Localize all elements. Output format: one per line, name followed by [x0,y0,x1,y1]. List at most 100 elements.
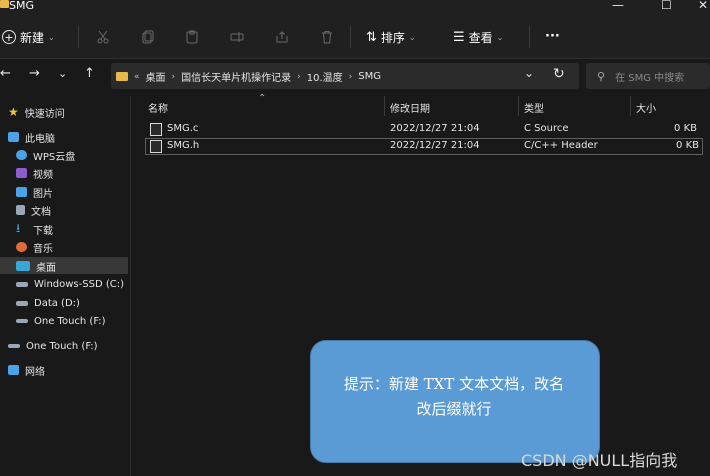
sidebar-item-videos[interactable]: 视频 [16,164,53,182]
cut-icon[interactable] [93,27,113,47]
tip-line: 提示：新建 TXT 文本文档，改名 [343,375,565,393]
column-header-size[interactable]: 大小 [636,100,656,115]
sidebar-item-label: 下载 [33,225,53,237]
sort-button[interactable]: ⇅ 排序 ⌄ [366,29,416,46]
column-divider[interactable] [384,96,385,116]
sidebar-item-label: Data (D:) [34,297,80,309]
drive-icon [16,281,28,287]
column-header-modified[interactable]: 修改日期 [390,100,430,115]
breadcrumb-item[interactable]: 桌面 [146,69,166,84]
sidebar-item-network[interactable]: 网络 [8,361,45,379]
file-modified: 2022/12/27 21:04 [390,140,480,151]
sidebar-item-label: One Touch (F:) [26,340,98,352]
sidebar-item-music[interactable]: 音乐 [16,238,53,256]
sidebar-item-label: 音乐 [33,243,53,255]
tip-text: 提示：新建 TXT 文本文档，改名 改后缀就行 [320,372,588,422]
breadcrumb-separator-icon: › [297,71,301,82]
paste-icon[interactable] [182,27,202,47]
network-icon [8,365,19,375]
sidebar-item-drive-c[interactable]: Windows-SSD (C:) [16,275,124,293]
address-dropdown-icon[interactable]: ⌄ [524,66,534,80]
sidebar-item-label: 视频 [33,169,53,181]
folder-icon [0,0,9,8]
header-file-icon [150,140,162,153]
column-header-name[interactable]: 名称 [148,100,168,115]
sidebar-item-one-touch[interactable]: One Touch (F:) [8,337,98,355]
sidebar-item-label: Windows-SSD (C:) [34,278,124,290]
sidebar-item-label: One Touch (F:) [34,315,106,327]
breadcrumb-item[interactable]: 10.温度 [307,69,343,84]
sidebar-item-quick-access[interactable]: ★ 快速访问 [8,103,65,121]
sidebar-item-label: 桌面 [36,262,56,274]
share-icon[interactable] [272,27,292,47]
copy-icon[interactable] [138,27,158,47]
sidebar-item-label: 此电脑 [25,133,55,145]
watermark: CSDN @NULL指向我 [521,451,678,470]
title-bar [0,0,710,18]
breadcrumb-overflow[interactable]: « [134,72,140,82]
back-arrow-icon[interactable]: ← [0,66,11,81]
sidebar-item-drive-d[interactable]: Data (D:) [16,294,80,312]
folder-icon [116,72,128,81]
search-input[interactable]: ⚲ 在 SMG 中搜索 [597,69,684,84]
tip-line: 改后缀就行 [416,400,492,418]
column-header-type[interactable]: 类型 [524,100,544,115]
sidebar-item-drive-f[interactable]: One Touch (F:) [16,312,106,330]
desktop-icon [16,261,30,271]
toolbar-divider [529,26,530,48]
video-icon [16,168,27,178]
sidebar-item-label: 文档 [31,206,51,218]
breadcrumb-item[interactable]: SMG [358,71,381,82]
view-button-label: 查看 [468,31,493,45]
toolbar-divider [78,26,79,48]
view-icon: ☰ [453,30,465,45]
breadcrumb: « 桌面 › 国信长天单片机操作记录 › 10.温度 › SMG [116,69,381,84]
breadcrumb-item[interactable]: 国信长天单片机操作记录 [181,69,291,84]
refresh-icon[interactable]: ↻ [553,66,565,82]
column-divider[interactable] [518,96,519,116]
document-icon [16,205,25,215]
maximize-button[interactable]: ☐ [661,0,672,12]
file-modified: 2022/12/27 21:04 [390,123,480,134]
new-button-label: 新建 [20,30,45,45]
file-name: SMG.h [167,140,200,151]
sidebar-item-wps-cloud[interactable]: WPS云盘 [16,146,75,164]
forward-arrow-icon[interactable]: → [29,66,40,81]
column-divider[interactable] [630,96,631,116]
cloud-icon [16,150,27,160]
minimize-button[interactable]: — [612,0,624,12]
sidebar-item-pictures[interactable]: 图片 [16,183,53,201]
sidebar-item-label: 图片 [33,188,53,200]
view-button[interactable]: ☰ 查看 ⌄ [453,29,503,46]
recent-chevron-icon[interactable]: ⌄ [58,67,67,80]
file-type: C Source [524,123,569,134]
plus-icon: + [2,30,16,44]
delete-icon[interactable] [317,27,337,47]
sidebar-item-desktop[interactable]: 桌面 [16,257,56,275]
up-arrow-icon[interactable]: ↑ [84,66,95,81]
sidebar-item-this-pc[interactable]: 此电脑 [8,128,55,146]
star-icon: ★ [8,105,19,119]
sidebar-item-documents[interactable]: 文档 [16,201,51,219]
rename-icon[interactable] [227,27,247,47]
breadcrumb-separator-icon: › [348,71,353,82]
new-button[interactable]: + 新建 ⌄ [2,28,55,46]
more-button[interactable]: ··· [545,29,560,44]
sidebar-item-label: WPS云盘 [33,151,76,163]
music-icon [16,242,27,252]
search-icon: ⚲ [597,70,606,83]
drive-icon [8,344,20,348]
download-icon: ⭳ [16,220,21,235]
sidebar-item-label: 网络 [25,366,45,378]
sort-icon: ⇅ [366,30,377,45]
close-button[interactable]: ✕ [698,0,708,12]
file-row-selected[interactable]: SMG.h 2022/12/27 21:04 C/C++ Header 0 KB [145,138,703,155]
chevron-down-icon: ⌄ [48,32,55,42]
window-title: SMG [9,0,34,12]
file-size: 0 KB [674,123,697,134]
sidebar-item-downloads[interactable]: ⭳ 下载 [16,220,53,238]
file-row[interactable]: SMG.c 2022/12/27 21:04 C Source 0 KB [145,122,701,137]
file-size: 0 KB [676,140,699,151]
search-placeholder: 在 SMG 中搜索 [615,73,685,84]
sidebar-item-label: 快速访问 [24,108,65,120]
